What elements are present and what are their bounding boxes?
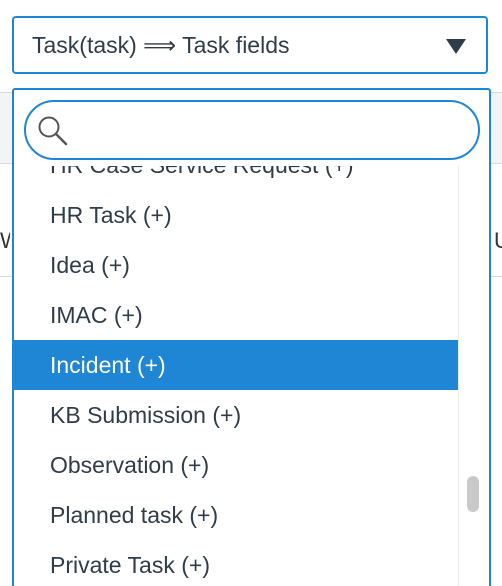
table-field-select[interactable]: Task(task) ⟹ Task fields (12, 16, 488, 74)
option-item[interactable]: HR Task (+) (14, 190, 461, 240)
search-icon (38, 116, 68, 146)
search-box[interactable] (24, 100, 480, 160)
scrollbar-track[interactable] (458, 166, 487, 586)
option-item[interactable]: HR Case Service Request (+) (14, 166, 461, 190)
option-item[interactable]: Private Task (+) (14, 540, 461, 586)
option-item[interactable]: Idea (+) (14, 240, 461, 290)
option-item[interactable]: Planned task (+) (14, 490, 461, 540)
select-value: Task(task) ⟹ Task fields (32, 31, 290, 58)
background-column-edge-right: U (494, 228, 502, 253)
search-input[interactable] (78, 110, 472, 152)
option-item[interactable]: Incident (+) (14, 340, 461, 390)
option-item[interactable]: KB Submission (+) (14, 390, 461, 440)
options-list: HR Case Service Request (+)HR Task (+)Id… (14, 166, 461, 586)
option-item[interactable]: Observation (+) (14, 440, 461, 490)
scrollbar-thumb[interactable] (467, 476, 479, 512)
option-item[interactable]: IMAC (+) (14, 290, 461, 340)
select-dropdown: HR Case Service Request (+)HR Task (+)Id… (12, 88, 491, 586)
background-column-edge-left: W (0, 228, 10, 254)
triangle-down-icon[interactable] (446, 39, 466, 54)
